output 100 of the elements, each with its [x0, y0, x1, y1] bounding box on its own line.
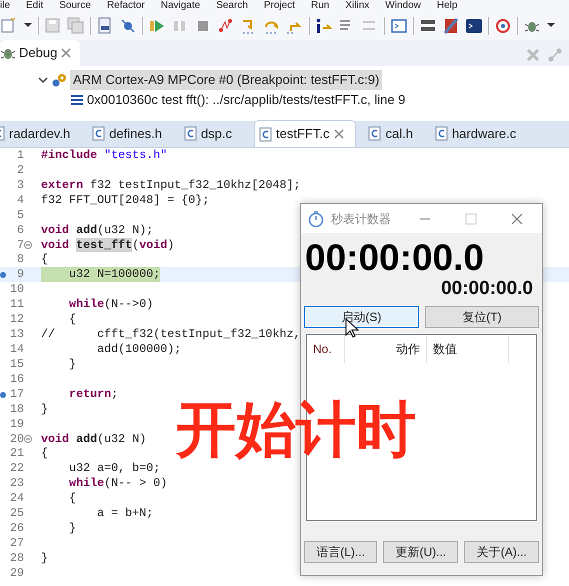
line-number: 23: [8, 476, 24, 492]
code-line: void test_fft(void): [41, 238, 174, 252]
play-icon[interactable]: [148, 17, 166, 35]
menu-item[interactable]: Window: [385, 0, 421, 12]
breakpoint-icon: [0, 390, 7, 399]
line-number: 5: [16, 208, 24, 223]
breakpoint-icon: [0, 271, 7, 280]
window-button[interactable]: 更新(U)...: [383, 541, 458, 563]
menu-item[interactable]: ile: [0, 0, 10, 12]
file-icon: [368, 126, 382, 141]
line-number: 17: [8, 386, 24, 402]
console-icon[interactable]: [465, 17, 483, 35]
menu-item[interactable]: Xilinx: [345, 0, 370, 12]
code-line: // cfft_f32(testInput_f32_10khz,: [41, 327, 301, 342]
editor-tab[interactable]: radardev.h: [0, 120, 80, 147]
file-icon: [184, 126, 197, 141]
code-line: u32 a=0, b=0;: [68, 461, 160, 476]
file-icon: [92, 126, 106, 141]
code-line: add(100000);: [96, 342, 182, 357]
menu-item[interactable]: Run: [311, 0, 330, 12]
code-line: }: [68, 521, 76, 536]
line-number: 28: [8, 550, 24, 566]
window-button[interactable]: 语言(L)...: [304, 541, 378, 563]
line-number: 2: [16, 162, 24, 178]
line-number: 12: [8, 312, 24, 328]
code-line: return;: [68, 386, 118, 402]
collapse-icon[interactable]: [24, 240, 32, 249]
menu-item[interactable]: Refactor: [106, 0, 145, 12]
caption-text: 开始计时: [176, 395, 416, 465]
window-title: 秒表计数器: [331, 210, 392, 228]
close-icon[interactable]: [333, 128, 346, 140]
line-number: 19: [8, 416, 24, 432]
stopwatch-icon: [307, 210, 325, 228]
disconnect-icon[interactable]: [217, 17, 235, 35]
line-number: 16: [8, 372, 24, 387]
lap-time-display: 00:00:00.0: [440, 278, 533, 300]
code-line: {: [41, 446, 48, 462]
line-number: 3: [16, 178, 24, 193]
stack-frame-icon: [70, 94, 84, 106]
column-header[interactable]: No.: [307, 335, 345, 363]
tree-item[interactable]: 0x0010360c test fft(): ../src/applib/tests/testFFT.c, line 9: [87, 90, 406, 110]
line-number: 8: [16, 252, 24, 268]
line-number: 1: [16, 148, 24, 163]
line-number: 27: [8, 536, 24, 551]
code-line: {: [41, 252, 48, 268]
code-line: void add(u32 N);: [41, 222, 154, 238]
line-number: 26: [8, 521, 24, 536]
terminal-icon[interactable]: [390, 17, 408, 35]
editor-tab[interactable]: defines.h: [92, 120, 172, 147]
line-number: 29: [8, 566, 24, 581]
code-line: #include "tests.h": [41, 148, 168, 163]
chevron-down-icon[interactable]: [38, 75, 48, 85]
line-number: 9: [16, 267, 24, 282]
line-number: 22: [8, 461, 24, 476]
menu-item[interactable]: Search: [216, 0, 248, 12]
line-number: 6: [16, 222, 24, 238]
line-number: 18: [8, 402, 24, 417]
line-number: 15: [8, 356, 24, 372]
new-file-icon[interactable]: [0, 17, 18, 35]
code-line: f32 FFT_OUT[2048] = {0};: [41, 192, 210, 208]
line-number: 21: [8, 446, 24, 462]
line-number: 14: [8, 342, 24, 357]
line-number: 25: [8, 506, 24, 522]
code-line: {: [68, 491, 76, 506]
close-icon[interactable]: [60, 47, 72, 59]
column-header[interactable]: 数值: [427, 335, 509, 363]
menu-item[interactable]: Source: [59, 0, 91, 12]
gear-icon: [51, 72, 67, 88]
menu-item[interactable]: Edit: [26, 0, 44, 12]
tree-item[interactable]: ARM Cortex-A9 MPCore #0 (Breakpoint: testFFT.c:9): [70, 70, 382, 90]
editor-tab[interactable]: dsp.c: [184, 120, 242, 147]
line-number: 24: [8, 491, 24, 506]
menu-item[interactable]: Project: [264, 0, 296, 12]
window-button[interactable]: 关于(A)...: [464, 541, 539, 563]
code-line: while(N-->0): [68, 297, 154, 312]
menu-item[interactable]: Navigate: [160, 0, 200, 12]
editor-tab[interactable]: hardware.c: [434, 120, 526, 147]
line-number: 7: [16, 238, 24, 252]
nodes-icon[interactable]: [547, 47, 563, 63]
main-time-display: 00:00:00.0: [305, 238, 485, 278]
file-icon: [259, 126, 272, 142]
editor-tab[interactable]: testFFT.c: [254, 120, 356, 147]
code-line: }: [41, 550, 48, 566]
line-number: 13: [8, 327, 24, 342]
code-line: a = b+N;: [96, 506, 154, 522]
debug-tab[interactable]: Debug: [0, 40, 80, 66]
line-number: 20: [8, 432, 24, 446]
code-line: }: [68, 356, 76, 372]
instruction-step-icon[interactable]: [315, 17, 333, 35]
editor-tab[interactable]: cal.h: [368, 120, 423, 147]
line-number: 10: [8, 282, 24, 298]
file-icon: [434, 126, 448, 141]
slashed-breakpoint-icon[interactable]: [119, 17, 137, 35]
close-icon[interactable]: [510, 212, 524, 226]
code-line: }: [41, 402, 48, 417]
collapse-icon[interactable]: [24, 434, 32, 443]
code-line: while(N-- > 0): [68, 476, 168, 492]
code-line: {: [68, 312, 76, 328]
menu-item[interactable]: Help: [436, 0, 458, 12]
window-button[interactable]: 复位(T): [424, 306, 540, 328]
